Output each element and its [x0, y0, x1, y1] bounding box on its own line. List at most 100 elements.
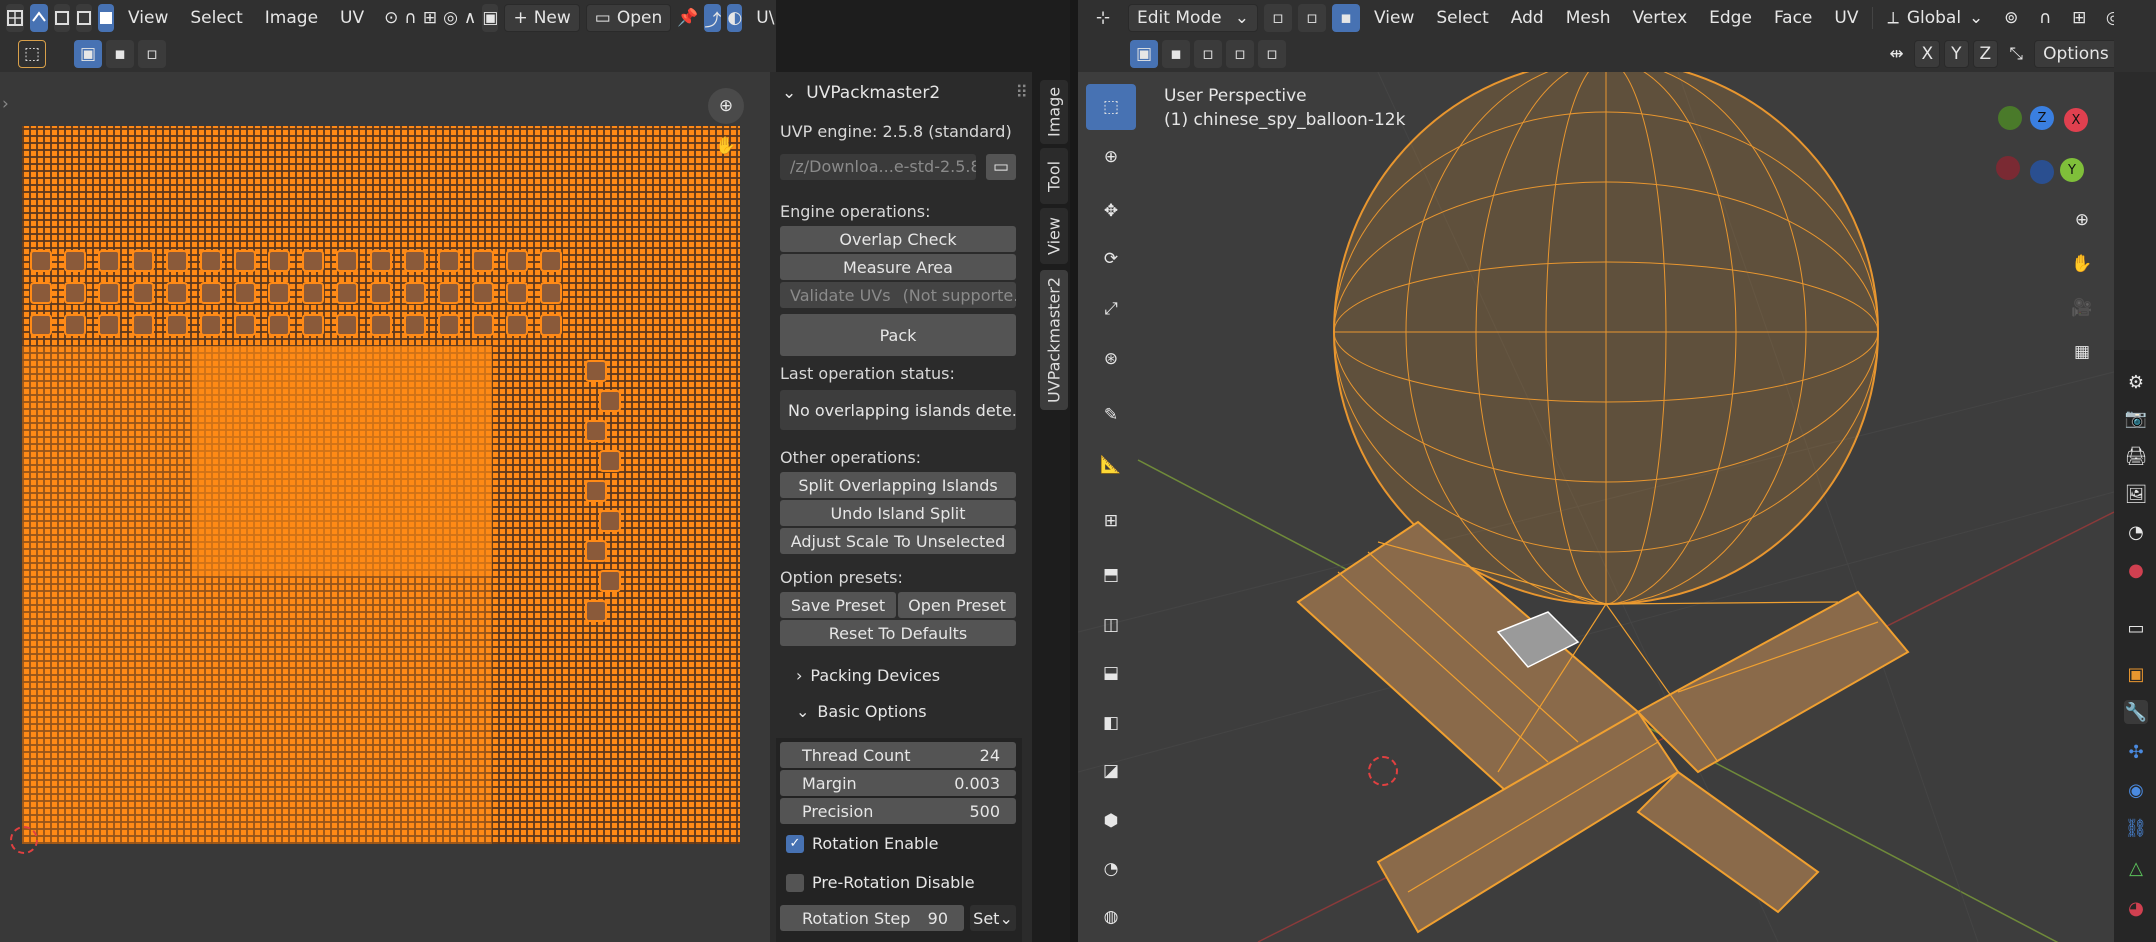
gizmo-y-icon[interactable]: Y [2060, 158, 2084, 182]
gizmo-x-icon[interactable]: X [2064, 108, 2088, 132]
margin-field[interactable]: Margin 0.003 [780, 770, 1016, 796]
selection-mode-subtract-icon[interactable]: ▫ [138, 40, 166, 68]
split-overlapping-button[interactable]: Split Overlapping Islands [780, 472, 1016, 498]
pin-icon[interactable]: 📌 [677, 4, 698, 32]
spin-tool[interactable]: ◔ [1086, 846, 1136, 892]
menu-uv[interactable]: UV [1826, 4, 1866, 32]
perspective-grid-icon[interactable]: ▦ [2064, 334, 2100, 370]
select-box-tool[interactable]: ⬚ [1086, 84, 1136, 130]
constraints-props-icon[interactable]: ⛓ [2124, 816, 2148, 840]
edge-select-icon[interactable] [76, 4, 92, 32]
output-props-icon[interactable]: 🖨 [2124, 444, 2148, 468]
pan-hand-icon[interactable]: ✋ [708, 128, 744, 164]
modifier-props-icon[interactable]: 🔧 [2124, 700, 2148, 724]
physics-props-icon[interactable]: ◉ [2124, 778, 2148, 802]
selection-mode-extend-icon[interactable]: ▪ [1162, 40, 1190, 68]
pivot-icon[interactable]: ⊚ [1997, 4, 2025, 32]
snap-icon[interactable]: ∩ [404, 4, 416, 32]
overlay-icon[interactable]: ◐ [727, 4, 743, 32]
menu-mesh[interactable]: Mesh [1558, 4, 1619, 32]
vertex-select-icon[interactable]: ▫ [1264, 4, 1292, 32]
menu-select[interactable]: Select [182, 4, 250, 32]
view-layer-icon[interactable]: 🖼 [2124, 482, 2148, 506]
zoom-icon[interactable]: ⊕ [2064, 202, 2100, 238]
world-props-icon[interactable]: ● [2124, 558, 2148, 582]
open-image-button[interactable]: ▭ Open [585, 4, 672, 32]
scale-tool[interactable]: ⤢ [1086, 286, 1136, 332]
undo-split-button[interactable]: Undo Island Split [780, 500, 1016, 526]
selection-mode-set-icon[interactable]: ▣ [1130, 40, 1158, 68]
thread-count-field[interactable]: Thread Count 24 [780, 742, 1016, 768]
save-preset-button[interactable]: Save Preset [780, 592, 896, 618]
menu-vertex[interactable]: Vertex [1624, 4, 1695, 32]
mirror-z-toggle[interactable]: Z [1972, 40, 1999, 68]
panel-header[interactable]: ⌄ UVPackmaster2 ⠿ [778, 80, 1028, 106]
proportional-edit-icon[interactable]: ◎ [443, 4, 458, 32]
menu-view[interactable]: View [120, 4, 176, 32]
camera-icon[interactable]: 🎥 [2064, 290, 2100, 326]
poly-build-tool[interactable]: ⬢ [1086, 798, 1136, 844]
rotation-step-field[interactable]: Rotation Step 90 [780, 905, 964, 931]
mirror-y-toggle[interactable]: Y [1944, 40, 1969, 68]
precision-field[interactable]: Precision 500 [780, 798, 1016, 824]
cursor-tool[interactable]: ⊕ [1086, 134, 1136, 180]
collection-props-icon[interactable]: ▭ [2124, 616, 2148, 640]
snap-icon[interactable]: ∩ [2031, 4, 2059, 32]
engine-path-field[interactable]: /z/Downloa...e-std-2.5.8 [780, 154, 976, 180]
reset-defaults-button[interactable]: Reset To Defaults [780, 620, 1016, 646]
edge-select-icon[interactable]: ▫ [1298, 4, 1326, 32]
render-props-icon[interactable]: 📷 [2124, 406, 2148, 430]
menu-face[interactable]: Face [1766, 4, 1820, 32]
loop-cut-tool[interactable]: ◧ [1086, 700, 1136, 746]
knife-tool[interactable]: ◪ [1086, 748, 1136, 794]
selection-mode-invert-icon[interactable]: ▫ [1226, 40, 1254, 68]
mirror-icon[interactable]: ⇹ [1882, 40, 1910, 68]
pre-rotation-disable-checkbox[interactable]: Pre-Rotation Disable [786, 873, 975, 892]
menu-image[interactable]: Image [257, 4, 326, 32]
move-tool[interactable]: ✥ [1086, 188, 1136, 234]
object-props-icon[interactable]: ▣ [2124, 662, 2148, 686]
editor-type-icon[interactable] [6, 4, 24, 32]
face-select-icon[interactable]: ▪ [1332, 4, 1360, 32]
editor-type-icon[interactable]: ⊹ [1084, 4, 1122, 32]
truncated-menu[interactable]: U\ [748, 4, 782, 32]
menu-select[interactable]: Select [1428, 4, 1496, 32]
face-select-icon[interactable] [98, 4, 114, 32]
extrude-tool[interactable]: ⬒ [1086, 552, 1136, 598]
transform-orientation-dropdown[interactable]: ⟂ Global ⌄ [1879, 4, 1991, 32]
bevel-tool[interactable]: ⬓ [1086, 650, 1136, 696]
transform-tool[interactable]: ⊛ [1086, 336, 1136, 382]
add-cube-tool[interactable]: ⊞ [1086, 498, 1136, 544]
set-dropdown[interactable]: Set ⌄ [970, 905, 1016, 931]
area-divider[interactable] [1070, 0, 1078, 942]
tool-props-icon[interactable]: ⚙ [2124, 370, 2148, 394]
data-props-icon[interactable]: △ [2124, 856, 2148, 880]
rotation-enable-checkbox[interactable]: ✓ Rotation Enable [786, 834, 939, 853]
zoom-icon[interactable]: ⊕ [708, 88, 744, 124]
material-props-icon[interactable]: ◕ [2124, 896, 2148, 920]
pivot-icon[interactable]: ⊙ [384, 4, 398, 32]
pan-hand-icon[interactable]: ✋ [2064, 246, 2100, 282]
selection-mode-intersect-icon[interactable]: ▫ [1258, 40, 1286, 68]
tab-tool[interactable]: Tool [1040, 148, 1068, 204]
folder-browse-icon[interactable]: ▭ [986, 154, 1016, 180]
auto-merge-icon[interactable]: ⤡ [2002, 40, 2030, 68]
annotate-tool[interactable]: ✎ [1086, 392, 1136, 438]
adjust-scale-button[interactable]: Adjust Scale To Unselected [780, 528, 1016, 554]
scene-props-icon[interactable]: ◔ [2124, 520, 2148, 544]
tab-uvpackmaster2[interactable]: UVPackmaster2 [1040, 270, 1068, 410]
selection-mode-extend-icon[interactable]: ▪ [106, 40, 134, 68]
overlap-check-button[interactable]: Overlap Check [780, 226, 1016, 252]
uv-sticky-icon[interactable]: ⤴ [704, 4, 722, 32]
vertex-select-icon[interactable] [54, 4, 70, 32]
mode-dropdown[interactable]: Edit Mode ⌄ [1128, 4, 1258, 32]
gizmo-y-neg-icon[interactable] [1998, 106, 2022, 130]
selection-mode-set-icon[interactable]: ▣ [74, 40, 102, 68]
measure-tool[interactable]: 📐 [1086, 442, 1136, 488]
basic-options-subpanel[interactable]: ⌄ Basic Options [796, 702, 927, 721]
measure-area-button[interactable]: Measure Area [780, 254, 1016, 280]
packing-devices-subpanel[interactable]: › Packing Devices [796, 666, 940, 685]
tab-view[interactable]: View [1040, 208, 1068, 264]
gizmo-x-neg-icon[interactable] [1996, 156, 2020, 180]
rotate-tool[interactable]: ⟳ [1086, 236, 1136, 282]
